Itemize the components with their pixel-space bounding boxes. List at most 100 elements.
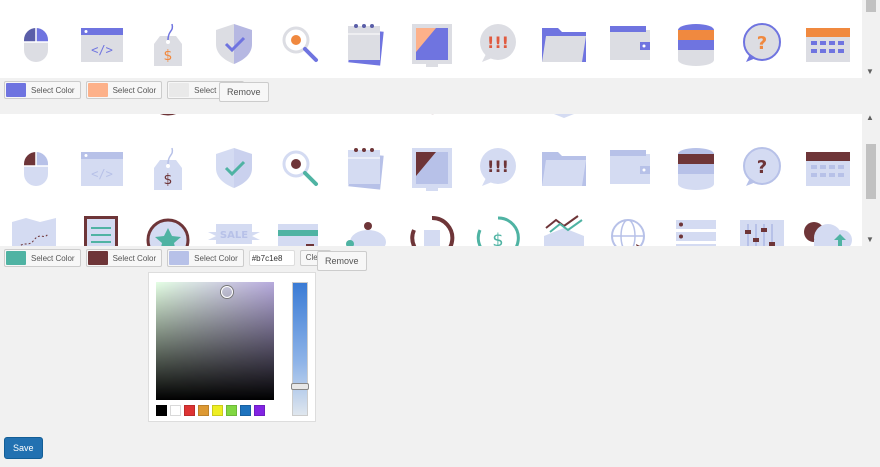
- price-tag-icon: $: [138, 138, 198, 198]
- star-badge-icon: [138, 114, 198, 122]
- cloud-upload-icon: [798, 114, 858, 122]
- saturation-area[interactable]: [156, 282, 274, 400]
- notepad-icon: [336, 14, 396, 74]
- dollar-refresh-icon: $: [468, 208, 528, 246]
- icon-row: SALE $: [0, 208, 862, 246]
- scroll-down-arrow-icon[interactable]: ▼: [866, 68, 874, 76]
- icon-row-partial: SALE $: [0, 114, 862, 122]
- svg-text:</>: </>: [91, 167, 113, 181]
- server-list-icon: [666, 114, 726, 122]
- map-icon: [6, 114, 66, 122]
- scrollbar-thumb[interactable]: [866, 0, 876, 12]
- cloud-upload-icon: [798, 208, 858, 246]
- alert-bubble-icon: !!!: [468, 14, 528, 74]
- database-icon: [666, 138, 726, 198]
- select-color-label: Select Color: [112, 253, 157, 263]
- icon-row: </> $!!!?: [0, 14, 862, 74]
- select-color-button-2[interactable]: Select Color: [85, 81, 163, 99]
- icon-row: </> $!!!?: [0, 138, 862, 198]
- svg-text:!!!: !!!: [487, 157, 509, 176]
- magnifier-icon: [270, 14, 330, 74]
- wallet-icon: [600, 138, 660, 198]
- color-controls-2: Select Color Select Color Select Color C…: [4, 249, 331, 267]
- equalizer-icon: [732, 208, 792, 246]
- select-color-button-6-active[interactable]: Select Color: [167, 249, 244, 267]
- folder-icon: [534, 14, 594, 74]
- scroll-down-arrow-icon[interactable]: ▼: [866, 236, 874, 244]
- dollar-refresh-icon: $: [468, 114, 528, 122]
- palette-row: [156, 405, 265, 416]
- palette-swatch[interactable]: [212, 405, 223, 416]
- refresh-document-icon: [402, 114, 462, 122]
- scroll-up-arrow-icon[interactable]: ▲: [866, 114, 874, 122]
- code-window-icon: </>: [72, 14, 132, 74]
- select-color-button-1[interactable]: Select Color: [4, 81, 81, 99]
- select-color-button-4[interactable]: Select Color: [4, 249, 81, 267]
- color-swatch: [169, 251, 190, 265]
- select-color-label: Select Color: [112, 85, 157, 95]
- color-swatch: [87, 83, 108, 97]
- saturation-tint: [156, 282, 274, 400]
- select-color-label: Select Color: [31, 85, 75, 95]
- svg-text:$: $: [164, 172, 173, 188]
- remove-button-2[interactable]: Remove: [317, 251, 367, 271]
- clipboard-icon: [72, 114, 132, 122]
- svg-text:$: $: [492, 230, 503, 246]
- code-window-icon: </>: [72, 138, 132, 198]
- color-controls-1: Select Color Select Color Select Color: [4, 81, 244, 99]
- svg-text:!!!: !!!: [487, 33, 509, 52]
- scrollbar-1[interactable]: ▼: [862, 0, 880, 78]
- folder-icon: [534, 138, 594, 198]
- globe-cursor-icon: [600, 114, 660, 122]
- palette-swatch[interactable]: [240, 405, 251, 416]
- palette-swatch[interactable]: [170, 405, 181, 416]
- remove-button-1[interactable]: Remove: [219, 82, 269, 102]
- map-icon: [6, 208, 66, 246]
- color-swatch: [87, 251, 108, 265]
- icon-preview-panel-2: SALE $ </> $!!!? SALE $: [0, 114, 862, 246]
- picture-frame-icon: [402, 138, 462, 198]
- mouse-icon: [6, 138, 66, 198]
- piggy-bank-icon: [336, 208, 396, 246]
- mouse-icon: [6, 14, 66, 74]
- piggy-bank-icon: [336, 114, 396, 122]
- notepad-icon: [336, 138, 396, 198]
- hue-slider-handle[interactable]: [291, 383, 309, 390]
- calendar-icon: [798, 14, 858, 74]
- svg-text:?: ?: [757, 157, 767, 178]
- alert-bubble-icon: !!!: [468, 138, 528, 198]
- palette-swatch[interactable]: [254, 405, 265, 416]
- growth-box-icon: [534, 114, 594, 122]
- color-swatch: [6, 83, 26, 97]
- saturation-handle[interactable]: [221, 286, 233, 298]
- select-color-label: Select Color: [31, 253, 75, 263]
- svg-text:</>: </>: [91, 43, 113, 57]
- icon-preview-panel-1: </> $!!!?: [0, 0, 862, 78]
- color-swatch: [169, 83, 190, 97]
- equalizer-icon: [732, 114, 792, 122]
- wallet-icon: [600, 14, 660, 74]
- palette-swatch[interactable]: [156, 405, 167, 416]
- calendar-icon: [798, 138, 858, 198]
- shield-check-icon: [204, 14, 264, 74]
- palette-swatch[interactable]: [226, 405, 237, 416]
- select-color-button-5[interactable]: Select Color: [85, 249, 163, 267]
- hue-slider[interactable]: [291, 282, 309, 416]
- scrollbar-thumb[interactable]: [866, 144, 876, 199]
- credit-card-icon: [270, 208, 330, 246]
- svg-text:?: ?: [757, 33, 767, 54]
- sale-banner-icon: SALE: [204, 208, 264, 246]
- save-button[interactable]: Save: [4, 437, 43, 459]
- shield-check-icon: [204, 138, 264, 198]
- svg-text:$: $: [164, 48, 173, 64]
- refresh-document-icon: [402, 208, 462, 246]
- price-tag-icon: $: [138, 14, 198, 74]
- database-icon: [666, 14, 726, 74]
- picture-frame-icon: [402, 14, 462, 74]
- question-bubble-icon: ?: [732, 14, 792, 74]
- scrollbar-2[interactable]: ▲ ▼: [862, 114, 880, 246]
- star-badge-icon: [138, 208, 198, 246]
- palette-swatch[interactable]: [184, 405, 195, 416]
- palette-swatch[interactable]: [198, 405, 209, 416]
- hex-color-input[interactable]: [248, 250, 295, 266]
